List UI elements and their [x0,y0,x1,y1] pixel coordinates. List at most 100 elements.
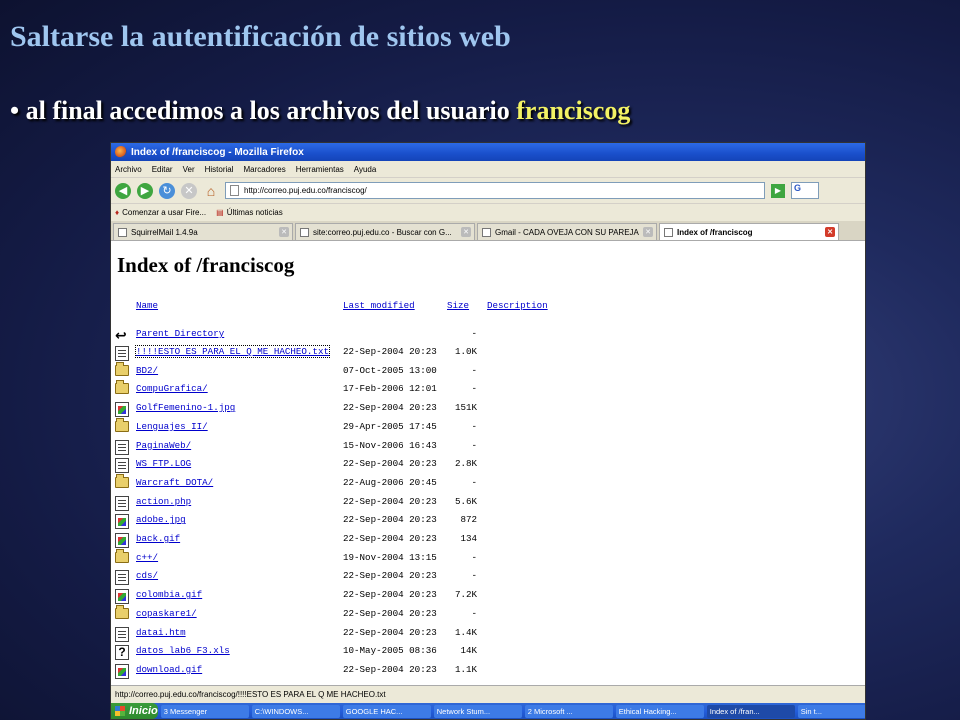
file-size: 151K [454,402,477,414]
tab-squirrelmail[interactable]: SquirrelMail 1.4.9a ✕ [113,223,293,240]
bookmark-latest-news[interactable]: ▤ Últimas noticias [216,208,283,217]
file-link[interactable]: back.gif [136,533,180,544]
file-link[interactable]: colombia.gif [136,589,202,600]
text-file-icon [115,439,129,455]
tab-strip: SquirrelMail 1.4.9a ✕ site:correo.puj.edu… [111,221,865,241]
file-size: - [471,570,477,582]
file-link[interactable]: GolfFemenino-1.jpg [136,402,235,413]
file-size: - [471,607,477,619]
menu-historial[interactable]: Historial [205,165,234,174]
file-size: - [471,551,477,563]
file-link[interactable]: PaginaWeb/ [136,440,191,451]
tab-gmail[interactable]: Gmail - CADA OVEJA CON SU PAREJA ✕ [477,223,657,240]
parent-directory-link[interactable]: Parent Directory [136,328,224,339]
tab-label: SquirrelMail 1.4.9a [131,227,198,237]
text-file-icon [115,495,129,511]
file-link[interactable]: datai.htm [136,627,186,638]
taskbar-task[interactable]: Network Stum... [433,704,522,718]
taskbar-task[interactable]: Sin t... [797,704,865,718]
file-size: 872 [460,514,477,526]
file-link[interactable]: c++/ [136,552,158,563]
file-size: - [471,420,477,432]
bookmark-icon: ♦ [115,208,120,217]
forward-arrow-icon[interactable]: ▶ [137,182,153,199]
file-modified: 22-Sep-2004 20:23 [343,626,437,638]
text-file-icon [115,458,129,474]
file-size: 2.8K [454,458,477,470]
search-box[interactable]: G [791,182,819,199]
slide-title: Saltarse la autentificación de sitios we… [10,20,511,53]
file-modified: 19-Nov-2004 13:15 [343,551,437,563]
tab-google-search[interactable]: site:correo.puj.edu.co - Buscar con G...… [295,223,475,240]
go-button[interactable]: ▶ [771,183,785,198]
close-icon[interactable]: ✕ [643,227,653,237]
tab-favicon [118,227,127,237]
navigation-toolbar: ◀ ▶ ↻ ✕ ⌂ http://correo.puj.edu.co/franc… [111,177,865,203]
taskbar-task[interactable]: GOOGLE HAC... [342,704,431,718]
window-title: Index of /franciscog - Mozilla Firefox [131,146,304,158]
bullet-highlight: franciscog [516,96,631,125]
sort-by-name-link[interactable]: Name [136,300,158,311]
close-icon[interactable]: ✕ [461,227,471,237]
text-file-icon [115,570,129,586]
menu-herramientas[interactable]: Herramientas [296,165,344,174]
address-bar[interactable]: http://correo.puj.edu.co/franciscog/ [225,182,765,199]
file-modified: 22-Sep-2004 20:23 [343,533,437,544]
file-modified: 22-Sep-2004 20:23 [343,514,437,526]
close-icon[interactable]: ✕ [279,227,289,237]
home-icon[interactable]: ⌂ [203,183,219,199]
image-file-icon [115,533,129,548]
firefox-icon [115,146,127,158]
file-modified: 22-Sep-2004 20:23 [343,570,437,582]
menu-marcadores[interactable]: Marcadores [244,165,286,174]
file-size: - [471,328,477,339]
file-link[interactable]: datos lab6 F3.xls [136,645,230,656]
file-link[interactable]: Warcraft DOTA/ [136,477,213,488]
stop-icon[interactable]: ✕ [181,182,197,199]
file-modified: 29-Apr-2005 17:45 [343,420,437,432]
file-modified: 22-Sep-2004 20:23 [343,346,437,357]
taskbar-task[interactable]: Ethical Hacking... [615,704,704,718]
menu-editar[interactable]: Editar [152,165,173,174]
file-link[interactable]: !!!!ESTO ES PARA EL Q ME HACHEO.txt [135,345,330,358]
start-button[interactable]: Inicio [111,703,158,719]
file-link[interactable]: download.gif [136,664,202,675]
file-size: - [471,364,477,376]
file-modified: 22-Sep-2004 20:23 [343,663,437,675]
file-modified: 22-Sep-2004 20:23 [343,495,437,507]
taskbar-task[interactable]: C:\WINDOWS... [251,704,340,718]
file-modified: 07-Oct-2005 13:00 [343,364,437,376]
file-link[interactable]: Lenguajes II/ [136,421,208,432]
image-file-icon [115,589,129,605]
file-link[interactable]: copaskare1/ [136,608,197,619]
menu-ver[interactable]: Ver [183,165,195,174]
sort-by-modified-link[interactable]: Last modified [343,300,415,311]
file-size: 14K [460,645,477,657]
folder-file-icon [115,473,129,488]
text-file-icon [115,346,129,361]
file-link[interactable]: cds/ [136,570,158,581]
sort-by-size-link[interactable]: Size [447,300,477,311]
menu-archivo[interactable]: Archivo [115,165,142,174]
bookmark-getting-started[interactable]: ♦ Comenzar a usar Fire... [115,208,206,217]
reload-icon[interactable]: ↻ [159,182,175,199]
file-link[interactable]: adobe.jpg [136,514,186,525]
file-link[interactable]: action.php [136,496,191,507]
taskbar-task[interactable]: Index of /fran... [706,704,795,718]
tab-label: Index of /franciscog [677,227,753,237]
tab-index-franciscog[interactable]: Index of /franciscog ✕ [659,223,839,240]
bookmarks-toolbar: ♦ Comenzar a usar Fire... ▤ Últimas notici… [111,203,865,221]
file-link[interactable]: WS FTP.LOG [136,458,191,469]
rss-icon: ▤ [216,208,224,217]
taskbar-task[interactable]: 3 Messenger [160,704,249,718]
start-label: Inicio [129,705,158,717]
back-arrow-icon[interactable]: ◀ [115,182,131,199]
close-icon[interactable]: ✕ [825,227,835,237]
menu-ayuda[interactable]: Ayuda [354,165,377,174]
sort-by-description-link[interactable]: Description [487,300,548,311]
file-link[interactable]: CompuGrafica/ [136,383,208,394]
file-link[interactable]: BD2/ [136,365,158,376]
page-heading: Index of /franciscog [117,253,295,277]
file-size: 1.1K [454,663,477,675]
taskbar-task[interactable]: 2 Microsoft ... [524,704,613,718]
